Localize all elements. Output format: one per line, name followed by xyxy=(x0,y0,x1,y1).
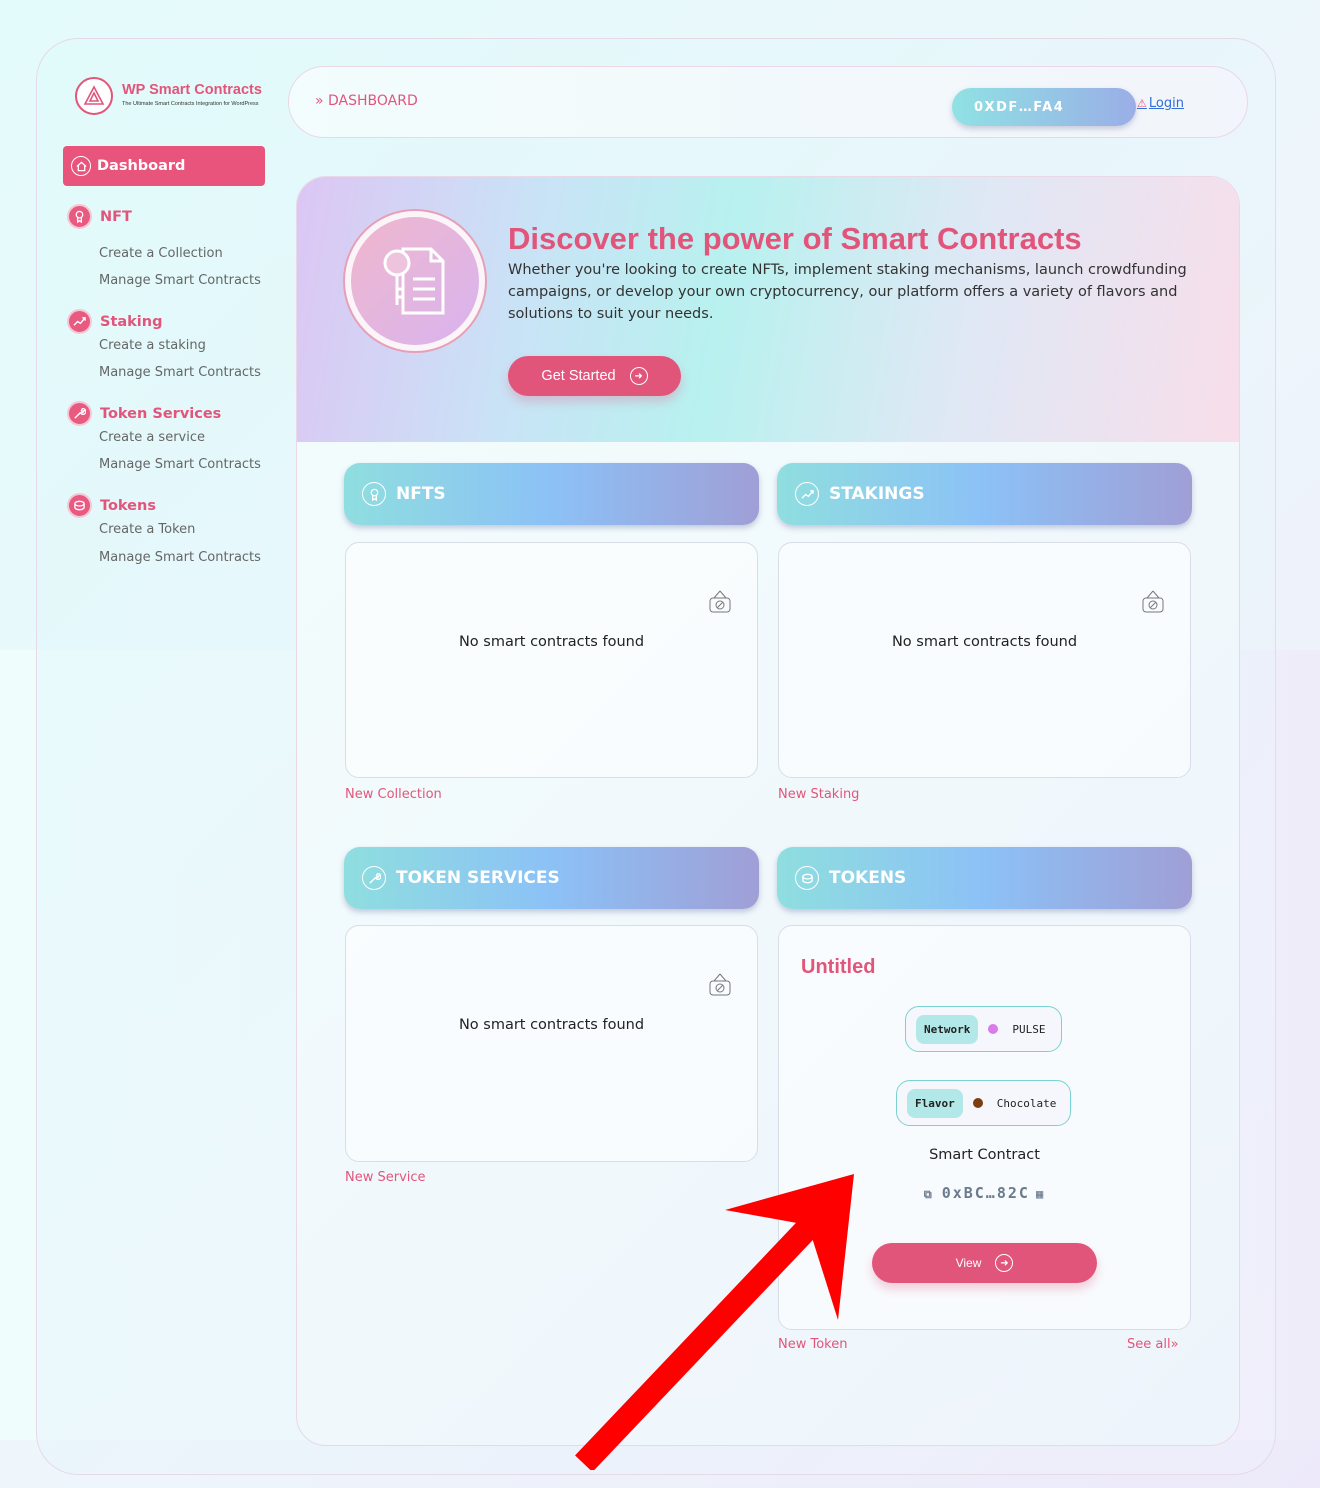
smart-contract-label: Smart Contract xyxy=(929,1147,1040,1163)
contract-document-icon xyxy=(343,209,487,353)
token-services-card: No smart contracts found xyxy=(345,925,758,1162)
sidebar-link-manage-staking[interactable]: Manage Smart Contracts xyxy=(99,365,261,380)
view-button[interactable]: View ➜ xyxy=(872,1243,1097,1283)
network-value: PULSE xyxy=(1012,1022,1046,1036)
coins-icon xyxy=(795,866,819,890)
empty-message: No smart contracts found xyxy=(458,1017,645,1033)
sidebar-item-label: NFT xyxy=(100,208,132,225)
sidebar-item-token-services[interactable]: Token Services xyxy=(67,401,221,426)
home-icon xyxy=(71,156,91,176)
chart-up-icon xyxy=(67,309,92,334)
wrench-icon xyxy=(362,866,386,890)
wrench-icon xyxy=(67,401,92,426)
network-dot-icon xyxy=(988,1024,999,1034)
top-header: » DASHBOARD 0XDF…FA4 ⚠ Login xyxy=(288,66,1248,138)
get-started-button[interactable]: Get Started ➜ xyxy=(508,356,681,396)
nft-icon xyxy=(67,204,92,229)
sidebar-link-manage-services[interactable]: Manage Smart Contracts xyxy=(99,457,261,472)
empty-message: No smart contracts found xyxy=(891,634,1078,650)
section-title: STAKINGS xyxy=(829,484,925,504)
nfts-card: No smart contracts found xyxy=(345,542,758,778)
flavor-label: Flavor xyxy=(907,1088,963,1118)
sidebar-item-dashboard[interactable]: Dashboard xyxy=(63,146,265,186)
sidebar-item-staking[interactable]: Staking xyxy=(67,309,162,334)
network-label: Network xyxy=(916,1014,979,1044)
get-started-label: Get Started xyxy=(541,368,616,384)
section-title: TOKEN SERVICES xyxy=(396,868,560,888)
qr-code-icon[interactable]: ▦ xyxy=(1036,1187,1045,1201)
new-collection-link[interactable]: New Collection xyxy=(345,787,442,802)
empty-sign-icon xyxy=(707,972,733,1002)
new-staking-link[interactable]: New Staking xyxy=(778,787,859,802)
arrow-right-icon: ➜ xyxy=(629,367,648,385)
view-label: View xyxy=(955,1256,982,1270)
sidebar-item-label: Dashboard xyxy=(97,158,186,174)
sidebar-link-create-token[interactable]: Create a Token xyxy=(99,522,195,537)
address-text: 0xBC…82C xyxy=(941,1184,1030,1202)
empty-sign-icon xyxy=(707,589,733,619)
warning-icon: ⚠ xyxy=(1137,97,1147,110)
nft-icon xyxy=(362,482,386,506)
section-header-tokens: TOKENS xyxy=(777,847,1192,909)
sidebar-item-nft[interactable]: NFT xyxy=(67,204,132,229)
new-service-link[interactable]: New Service xyxy=(345,1170,426,1185)
empty-message: No smart contracts found xyxy=(458,634,645,650)
sidebar-link-create-service[interactable]: Create a service xyxy=(99,430,205,445)
copy-icon[interactable]: ⧉ xyxy=(924,1188,934,1201)
sidebar-link-manage-nft[interactable]: Manage Smart Contracts xyxy=(99,273,261,288)
section-title: NFTS xyxy=(396,484,446,504)
hero-banner: Discover the power of Smart Contracts Wh… xyxy=(297,177,1239,442)
section-header-stakings: STAKINGS xyxy=(777,463,1192,525)
section-header-nfts: NFTS xyxy=(344,463,759,525)
sidebar-link-create-staking[interactable]: Create a staking xyxy=(99,338,206,353)
arrow-right-icon: ➜ xyxy=(995,1254,1014,1272)
flavor-dot-icon xyxy=(972,1098,983,1108)
empty-sign-icon xyxy=(1140,589,1166,619)
hero-title: Discover the power of Smart Contracts xyxy=(508,221,1082,256)
login-label: Login xyxy=(1148,96,1184,111)
brand-name: WP Smart Contracts xyxy=(122,82,262,98)
breadcrumb[interactable]: » DASHBOARD xyxy=(315,93,418,109)
flavor-pill: Flavor Chocolate xyxy=(896,1080,1071,1126)
flavor-value: Chocolate xyxy=(996,1096,1057,1110)
section-header-token-services: TOKEN SERVICES xyxy=(344,847,759,909)
hero-description: Whether you're looking to create NFTs, i… xyxy=(508,262,1187,322)
sidebar-item-label: Staking xyxy=(100,313,163,330)
annotation-arrow-icon xyxy=(575,1174,854,1470)
login-link[interactable]: ⚠ Login xyxy=(1137,96,1184,111)
token-name: Untitled xyxy=(801,956,876,978)
sidebar-link-manage-tokens[interactable]: Manage Smart Contracts xyxy=(99,550,261,565)
brand-logo[interactable]: WP Smart Contracts The Ultimate Smart Co… xyxy=(75,77,275,117)
section-title: TOKENS xyxy=(829,868,907,888)
logo-icon xyxy=(75,77,113,115)
see-all-link[interactable]: See all» xyxy=(1127,1337,1179,1352)
coins-icon xyxy=(67,493,92,518)
sidebar-item-label: Tokens xyxy=(100,497,156,514)
wallet-address-button[interactable]: 0XDF…FA4 xyxy=(952,88,1136,126)
sidebar-item-tokens[interactable]: Tokens xyxy=(67,493,156,518)
chart-up-icon xyxy=(795,482,819,506)
sidebar-link-create-collection[interactable]: Create a Collection xyxy=(99,246,223,261)
brand-tagline: The Ultimate Smart Contracts Integration… xyxy=(122,101,259,107)
sidebar-item-label: Token Services xyxy=(100,405,222,422)
network-pill: Network PULSE xyxy=(905,1006,1062,1052)
stakings-card: No smart contracts found xyxy=(778,542,1191,778)
